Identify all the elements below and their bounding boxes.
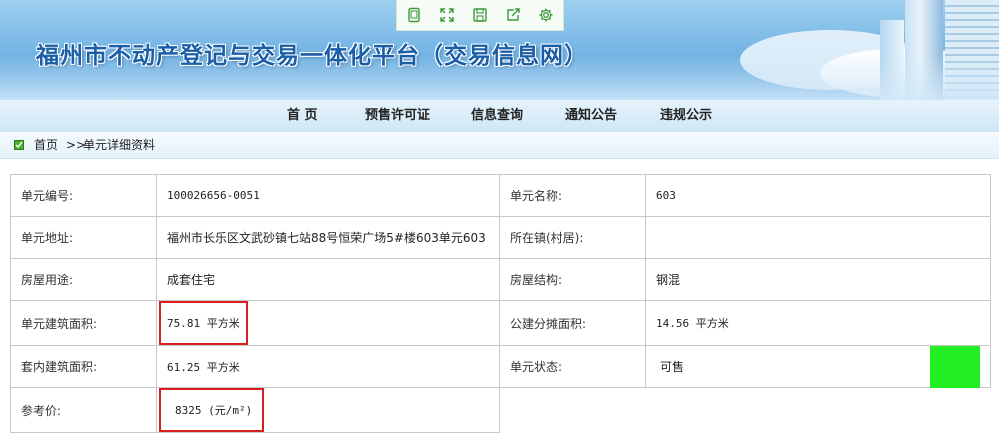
inner-area-value: 61.25 平方米 — [156, 345, 500, 388]
price-label: 参考价: — [10, 387, 157, 433]
table-row: 参考价: 8325 (元/m²) — [10, 387, 991, 433]
save-icon[interactable] — [468, 3, 492, 27]
inner-area-label: 套内建筑面积: — [10, 345, 157, 388]
gear-icon[interactable] — [534, 3, 558, 27]
empty-cell — [646, 388, 991, 433]
address-value: 福州市长乐区文武砂镇七站88号恒荣广场5#楼603单元603 — [156, 216, 500, 259]
nav-home[interactable]: 首 页 — [287, 100, 318, 132]
table-row: 单元编号: 100026656-0051 单元名称: 603 — [10, 174, 991, 217]
site-title: 福州市不动产登记与交易一体化平台（交易信息网） — [36, 43, 588, 69]
table-row: 套内建筑面积: 61.25 平方米 单元状态: 可售 — [10, 345, 991, 388]
town-value — [645, 216, 991, 259]
price-value: 8325 (元/m²) — [159, 388, 265, 432]
tablet-icon[interactable] — [402, 3, 426, 27]
share-icon[interactable] — [501, 3, 525, 27]
checkbox-icon — [14, 140, 24, 150]
building-area-cell: 75.81 平方米 — [156, 300, 500, 346]
usage-label: 房屋用途: — [10, 258, 157, 301]
building-area-label: 单元建筑面积: — [10, 300, 157, 346]
breadcrumb: 首页 >> 单元详细资料 — [0, 132, 999, 159]
address-label: 单元地址: — [10, 216, 157, 259]
nav-violations[interactable]: 违规公示 — [660, 100, 712, 132]
unit-detail-table: 单元编号: 100026656-0051 单元名称: 603 单元地址: 福州市… — [10, 174, 991, 433]
structure-label: 房屋结构: — [499, 258, 646, 301]
price-cell: 8325 (元/m²) — [156, 387, 500, 433]
building-area-value: 75.81 平方米 — [159, 301, 248, 345]
main-nav: 首 页 预售许可证 信息查询 通知公告 违规公示 — [0, 100, 999, 132]
fullscreen-icon[interactable] — [435, 3, 459, 27]
unit-name-value: 603 — [645, 174, 991, 217]
structure-value: 钢混 — [645, 258, 991, 301]
shared-area-value: 14.56 平方米 — [645, 300, 991, 346]
table-row: 单元建筑面积: 75.81 平方米 公建分摊面积: 14.56 平方米 — [10, 300, 991, 346]
town-label: 所在镇(村居): — [499, 216, 646, 259]
breadcrumb-home-link[interactable]: 首页 — [34, 132, 58, 158]
status-label: 单元状态: — [499, 345, 646, 388]
nav-presale-permit[interactable]: 预售许可证 — [365, 100, 430, 132]
nav-notices[interactable]: 通知公告 — [565, 100, 617, 132]
status-value: 可售 — [660, 360, 685, 374]
breadcrumb-current: 单元详细资料 — [83, 138, 156, 152]
nav-info-query[interactable]: 信息查询 — [471, 100, 523, 132]
table-row: 单元地址: 福州市长乐区文武砂镇七站88号恒荣广场5#楼603单元603 所在镇… — [10, 216, 991, 259]
status-color-swatch — [930, 346, 980, 388]
unit-no-value: 100026656-0051 — [156, 174, 500, 217]
unit-name-label: 单元名称: — [499, 174, 646, 217]
unit-no-label: 单元编号: — [10, 174, 157, 217]
shared-area-label: 公建分摊面积: — [499, 300, 646, 346]
usage-value: 成套住宅 — [156, 258, 500, 301]
status-cell: 可售 — [645, 345, 991, 388]
empty-cell — [500, 388, 646, 433]
table-row: 房屋用途: 成套住宅 房屋结构: 钢混 — [10, 258, 991, 301]
top-toolbar — [396, 0, 564, 31]
